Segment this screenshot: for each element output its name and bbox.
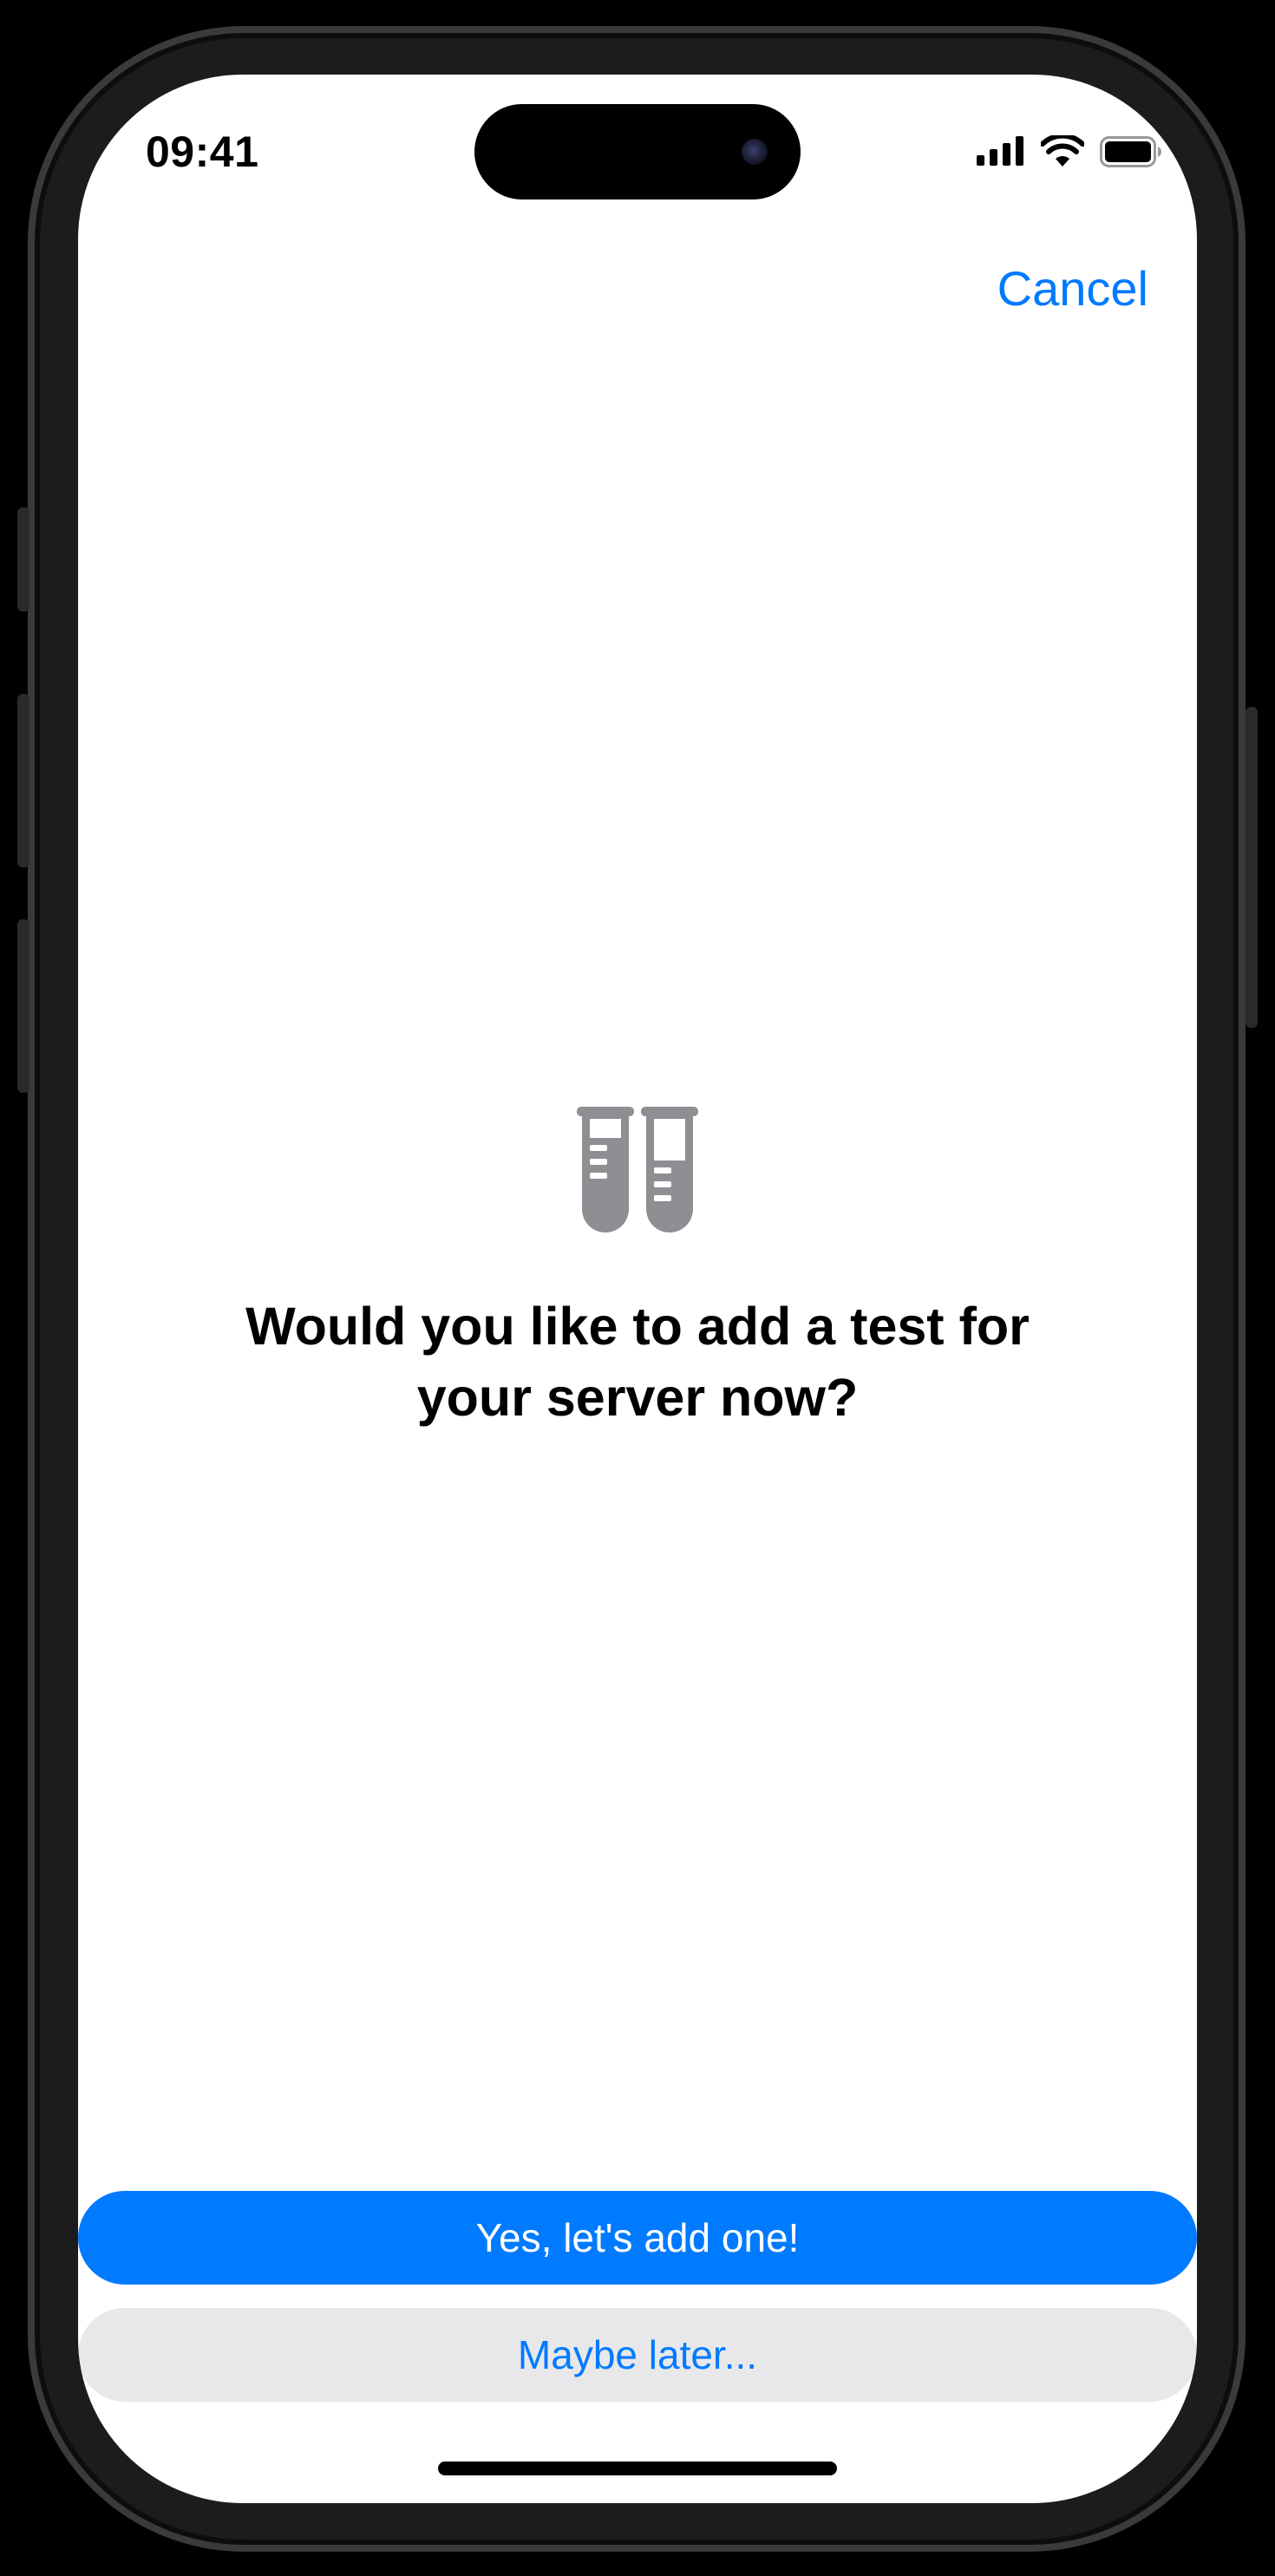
add-test-button[interactable]: Yes, let's add one! — [78, 2191, 1197, 2285]
volume-up-button — [17, 694, 29, 867]
cellular-signal-icon — [977, 136, 1023, 166]
maybe-later-button[interactable]: Maybe later... — [78, 2308, 1197, 2402]
power-button — [1246, 707, 1258, 1028]
battery-icon — [1100, 136, 1161, 167]
prompt-content: Would you like to add a test for your se… — [78, 1107, 1197, 1433]
front-camera — [742, 139, 768, 165]
screen: 09:41 Cancel Would you like to add a tes… — [78, 75, 1197, 2503]
status-time: 09:41 — [146, 127, 259, 176]
wifi-icon — [1041, 135, 1084, 167]
mute-switch — [17, 507, 29, 611]
cancel-button[interactable]: Cancel — [997, 260, 1148, 317]
status-icons — [977, 135, 1162, 168]
volume-down-button — [17, 919, 29, 1093]
home-indicator[interactable] — [438, 2462, 837, 2475]
prompt-title: Would you like to add a test for your se… — [245, 1297, 1030, 1427]
dynamic-island — [474, 104, 801, 199]
nav-bar: Cancel — [78, 248, 1197, 335]
test-tubes-icon — [577, 1107, 698, 1232]
